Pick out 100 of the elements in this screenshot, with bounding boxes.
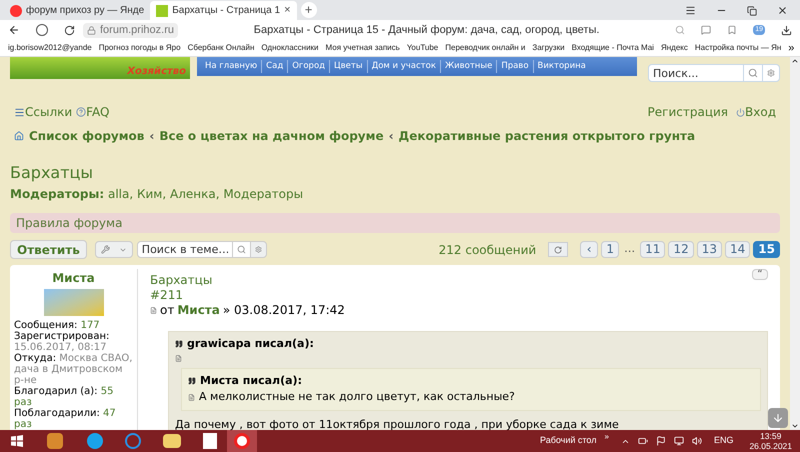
restore-icon[interactable]	[747, 6, 757, 16]
bookmark-link[interactable]: Сбербанк Онлайн	[188, 42, 254, 54]
bookmark-link[interactable]: YouTube	[406, 42, 438, 54]
site-search-field[interactable]: Поиск...	[648, 64, 744, 82]
reload-icon[interactable]	[64, 24, 75, 36]
post-link-icon[interactable]	[175, 354, 182, 362]
bookmark-link[interactable]: Прогноз погоды в Яро	[98, 42, 181, 54]
page-button[interactable]: 1	[601, 241, 620, 258]
chat-icon[interactable]	[701, 25, 712, 35]
bookmark-icon[interactable]	[727, 25, 738, 35]
bookmark-link[interactable]: Входящие - Почта Mai	[572, 42, 654, 54]
battery-icon[interactable]	[638, 436, 648, 446]
browser-tab[interactable]: форум прихоз ру — Янде	[4, 1, 150, 20]
nav-link[interactable]: На главную	[205, 60, 258, 73]
topic-search-field[interactable]: Поиск в теме…	[136, 241, 233, 258]
moderators-label: Модераторы:	[10, 187, 104, 201]
address-field[interactable]: forum.prihoz.ru	[83, 22, 178, 38]
tools-dropdown-button[interactable]	[94, 241, 133, 258]
jump-to-page-button[interactable]	[548, 242, 568, 257]
profile-stat: Зарегистрирован: 15.06.2017, 08:17	[14, 331, 110, 353]
profile-stat: Благодарил (а): 55 раз	[14, 386, 114, 408]
search-icon[interactable]	[744, 64, 762, 82]
curved-arrow-icon	[554, 246, 562, 254]
home-icon	[14, 131, 24, 141]
nav-link[interactable]: Животные	[440, 60, 492, 73]
network-icon[interactable]	[674, 436, 684, 446]
previous-page-button[interactable]: ‹	[580, 241, 598, 258]
windows-start-icon[interactable]	[11, 435, 23, 447]
tab-title: форум прихоз ру — Янде	[26, 4, 144, 18]
bookmark-link[interactable]: Загрузки	[532, 42, 565, 54]
bookmark-link[interactable]: Одноклассники	[261, 42, 319, 54]
desktop-toolbar-label[interactable]: Рабочий стол	[540, 434, 596, 448]
profile-stat: Поблагодарили: 47 раз	[14, 408, 117, 430]
byline-author[interactable]: Миста	[177, 301, 220, 319]
pagination-ellipsis: …	[623, 241, 636, 258]
forum-rules-bar[interactable]: Правила форума	[10, 213, 780, 233]
quote-icon	[175, 340, 183, 348]
page-button[interactable]: 11	[640, 241, 666, 258]
site-favicon-icon	[156, 4, 168, 16]
post-link-icon[interactable]	[188, 394, 195, 401]
post-author-name[interactable]: Миста	[52, 269, 95, 287]
moderators-list[interactable]: alla, Ким, Аленка, Модераторы	[108, 187, 304, 201]
page-button[interactable]: 13	[696, 241, 722, 258]
nav-link[interactable]: Сад	[261, 60, 284, 73]
search-icon[interactable]	[232, 241, 250, 258]
bookmark-link[interactable]: Яндекс	[660, 42, 688, 54]
menu-icon	[14, 106, 25, 118]
volume-icon[interactable]	[692, 436, 702, 446]
page-title: Бархатцы - Страница 15 - Дачный форум: дача, сад, огород, цветы.	[252, 22, 600, 38]
post-number[interactable]: #211	[150, 289, 768, 301]
menu-icon[interactable]	[685, 5, 696, 16]
quote-text: А мелколистные не так долго цветут, как остальные?	[199, 389, 515, 405]
profile-stat: Откуда: Москва СВАО, дача в Дмитровском р-не	[14, 353, 133, 386]
breadcrumb-link[interactable]: Все о цветах на дачном форуме	[159, 127, 384, 145]
settings-icon[interactable]	[762, 64, 780, 82]
settings-icon[interactable]	[250, 241, 267, 258]
register-link[interactable]: Регистрация	[648, 103, 728, 121]
post-icon	[150, 306, 157, 314]
avatar-image	[44, 289, 104, 316]
faq-link[interactable]: FAQ	[86, 103, 110, 121]
quote-button[interactable]: “	[752, 269, 768, 280]
forum-title[interactable]: Бархатцы	[10, 161, 780, 185]
tab-close-button[interactable]: ×	[284, 2, 290, 19]
language-indicator[interactable]: ENG	[714, 434, 734, 448]
breadcrumb-link[interactable]: Декоративные растения открытого грунта	[398, 127, 696, 145]
page-button[interactable]: 12	[668, 241, 694, 258]
bookmark-link[interactable]: Переводчик онлайн и	[445, 42, 526, 54]
post-title[interactable]: Бархатцы	[150, 271, 212, 289]
nav-link[interactable]: Викторина	[532, 60, 586, 73]
bookmark-link[interactable]: ig.borisow2012@yande	[8, 42, 92, 54]
toolbar-more-button[interactable]: »	[604, 431, 609, 443]
download-icon[interactable]	[781, 24, 792, 36]
new-tab-button[interactable]: +	[300, 2, 316, 18]
bookmark-link[interactable]: Моя учетная запись	[326, 42, 400, 54]
login-link[interactable]: Вход	[745, 103, 776, 121]
bookmark-link[interactable]: Настройка почты — Ян	[694, 42, 782, 54]
flag-icon[interactable]	[656, 436, 666, 446]
close-icon[interactable]	[777, 5, 788, 16]
nav-link[interactable]: Цветы	[329, 60, 363, 73]
reply-button[interactable]: Ответить	[10, 240, 87, 259]
page-button[interactable]: 14	[725, 241, 750, 258]
arrow-down-icon	[772, 412, 784, 424]
back-icon[interactable]	[8, 24, 20, 36]
scroll-up-icon[interactable]	[791, 57, 799, 65]
quote-icon	[188, 376, 196, 385]
more-bookmarks-button[interactable]: »	[788, 40, 794, 56]
clock[interactable]: 13:59 26.05.2021	[749, 431, 792, 451]
post-body-text: Да почему , вот фото от 11октября прошлого года , при уборке сада к зиме	[175, 416, 620, 430]
nav-link[interactable]: Право	[496, 60, 529, 73]
breadcrumb-link[interactable]: Список форумов	[29, 127, 144, 145]
lock-icon	[87, 26, 96, 34]
post-date: » 03.08.2017, 17:42	[222, 302, 345, 319]
links-link[interactable]: Ссылки	[25, 103, 72, 121]
browser-tab[interactable]: Бархатцы - Страница 1 ×	[150, 1, 296, 20]
nav-link[interactable]: Огород	[287, 60, 326, 73]
scroll-down-icon[interactable]	[791, 422, 799, 430]
tab-title: Бархатцы - Страница 1	[172, 4, 280, 18]
nav-link[interactable]: Дом и участок	[366, 60, 436, 73]
page-button[interactable]: 15	[753, 241, 780, 258]
breadcrumb-separator: ‹	[388, 128, 394, 145]
